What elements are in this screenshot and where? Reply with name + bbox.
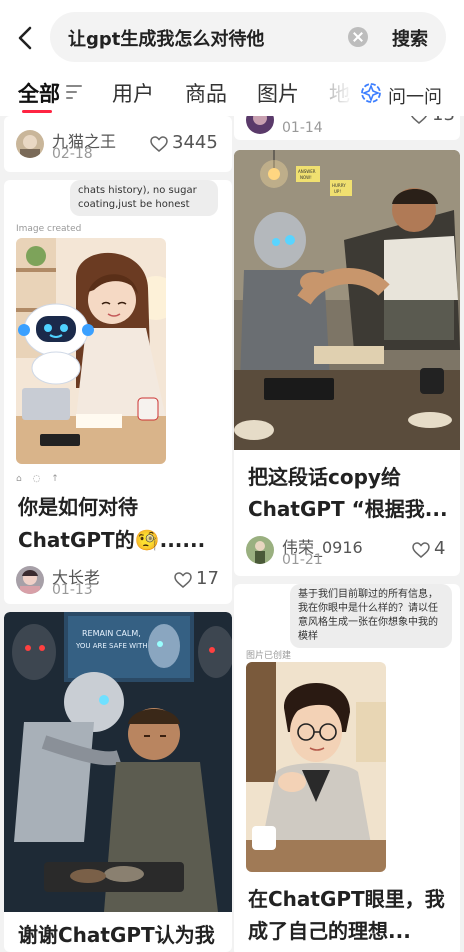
chat-bubble: 基于我们目前聊过的所有信息，我在你眼中是什么样的？请以任意风格生成一张在你想象中…	[290, 584, 452, 648]
post-date: 01-21	[282, 552, 323, 568]
card-title: ChatGPT “根据我...	[248, 497, 448, 521]
avatar[interactable]	[16, 566, 44, 594]
avatar[interactable]	[246, 536, 274, 564]
reaction-icons: ⌂ ◌ ↑	[16, 474, 63, 484]
like-count: 3445	[172, 132, 218, 153]
tab-fade	[328, 70, 354, 116]
sparkle-icon	[361, 83, 381, 103]
note-card[interactable]: 基于我们目前聊过的所有信息，我在你眼中是什么样的？请以任意风格生成一张在你想象中…	[234, 584, 460, 952]
like-button[interactable]: 4	[412, 538, 448, 562]
heart-icon	[174, 572, 192, 588]
card-meta: 九猫之王 02-18 3445	[16, 130, 222, 166]
card-title: 成了自己的理想...	[248, 919, 411, 943]
tab-images[interactable]: 图片	[257, 78, 299, 108]
tab-users[interactable]: 用户	[112, 78, 154, 108]
like-count: 4	[434, 538, 446, 559]
tab-products[interactable]: 商品	[185, 78, 227, 108]
sign-text: YOU ARE SAFE WITH US	[75, 642, 160, 650]
cover-image[interactable]	[246, 662, 386, 872]
post-date: 01-14	[282, 120, 323, 136]
clear-icon[interactable]	[348, 27, 368, 47]
sign-text: HURRY	[332, 183, 346, 188]
tab-bar: 全部 用户 商品 图片 地 问一问	[0, 70, 464, 116]
chat-bubble: chats history), no sugar coating,just be…	[70, 180, 218, 216]
post-date: 01-13	[52, 582, 93, 598]
ask-label: 问一问	[388, 87, 442, 108]
like-button[interactable]: 17	[174, 568, 219, 592]
note-card[interactable]: ANSWER NOW! HURRY UP! 把这段话copy给 ChatGPT …	[234, 150, 460, 576]
search-header: 让gpt生成我怎么对待他 搜索 全部 用户 商品 图片 地 问一问	[0, 0, 464, 116]
card-title: 谢谢ChatGPT认为我	[18, 923, 215, 947]
sign-text: ANSWER	[298, 169, 316, 174]
cover-image[interactable]: ANSWER NOW! HURRY UP!	[234, 150, 460, 450]
card-title: ChatGPT的🧐......	[18, 528, 206, 552]
search-button[interactable]: 搜索	[392, 25, 428, 51]
cover-image[interactable]: REMAIN CALM, YOU ARE SAFE WITH US	[4, 612, 232, 912]
young-man-portrait-illustration	[246, 662, 386, 872]
image-caption: Image created	[16, 224, 82, 234]
search-input[interactable]: 让gpt生成我怎么对待他 搜索	[50, 12, 446, 62]
active-tab-indicator	[22, 110, 52, 113]
card-title: 把这段话copy给	[248, 465, 401, 489]
filter-icon[interactable]	[66, 85, 82, 99]
robots-comfort-man-illustration: REMAIN CALM, YOU ARE SAFE WITH US	[4, 612, 232, 912]
card-title: 你是如何对待	[18, 495, 138, 519]
avatar[interactable]	[16, 130, 44, 158]
robot-serving-man-illustration: ANSWER NOW! HURRY UP!	[234, 150, 460, 450]
note-card[interactable]: 九猫之王 02-18 3445	[4, 116, 232, 172]
note-card[interactable]: chats history), no sugar coating,just be…	[4, 180, 232, 604]
image-caption: 图片已创建	[246, 651, 292, 661]
post-date: 02-18	[52, 146, 93, 162]
sign-text: REMAIN CALM,	[82, 629, 141, 638]
cover-image[interactable]	[16, 238, 166, 464]
card-title: 在ChatGPT眼里，我	[248, 887, 445, 911]
sign-text: UP!	[334, 189, 341, 194]
like-button[interactable]: 3445	[150, 132, 218, 156]
heart-icon	[150, 136, 168, 152]
card-meta: 伟荣_0916 01-21 4	[246, 536, 452, 572]
heart-icon	[412, 542, 430, 558]
tab-all[interactable]: 全部	[18, 78, 60, 108]
sign-text: NOW!	[300, 175, 312, 180]
girl-robot-illustration	[16, 238, 166, 464]
card-meta: 大长老 01-13 17	[16, 566, 222, 602]
like-count: 17	[196, 568, 219, 589]
back-arrow-icon[interactable]	[14, 24, 38, 52]
search-query-text: 让gpt生成我怎么对待他	[68, 29, 265, 50]
note-card[interactable]: REMAIN CALM, YOU ARE SAFE WITH US 谢谢Chat…	[4, 612, 232, 952]
